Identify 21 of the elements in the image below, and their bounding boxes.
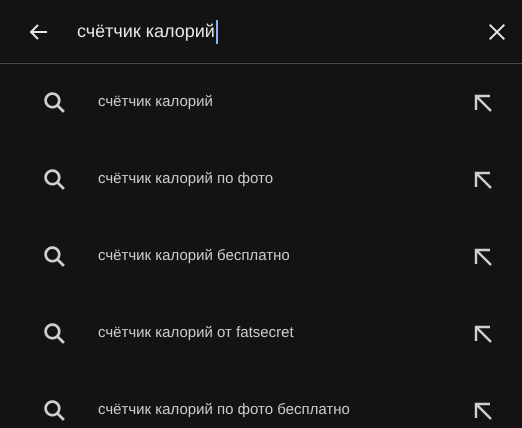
suggestion-text: счётчик калорий по фото [98,169,274,190]
suggestion-item[interactable]: счётчик калорий [0,64,522,141]
suggestion-item[interactable]: счётчик калорий по фото бесплатно [0,372,522,428]
search-icon [42,244,67,269]
search-field[interactable]: счётчик калорий [77,18,482,45]
suggestion-text: счётчик калорий бесплатно [98,246,291,266]
suggestion-text: счётчик калорий [98,92,214,112]
suggestion-item[interactable]: счётчик калорий от fatsecret [0,295,522,372]
arrow-icon[interactable] [473,170,493,190]
search-icon [42,398,67,423]
suggestion-item[interactable]: счётчик калорий бесплатно [0,218,522,295]
search-icon [42,90,67,115]
arrow-icon[interactable] [473,400,493,420]
suggestion-text: счётчик калорий от fatsecret [98,323,295,344]
arrow-icon[interactable] [473,92,493,112]
arrow-icon[interactable] [473,324,493,344]
suggestion-item[interactable]: счётчик калорий по фото [0,141,522,218]
search-icon [42,167,67,192]
suggestion-text: счётчик калорий по фото бесплатно [98,400,351,420]
search-icon [42,321,67,346]
arrow-icon[interactable] [473,246,493,266]
